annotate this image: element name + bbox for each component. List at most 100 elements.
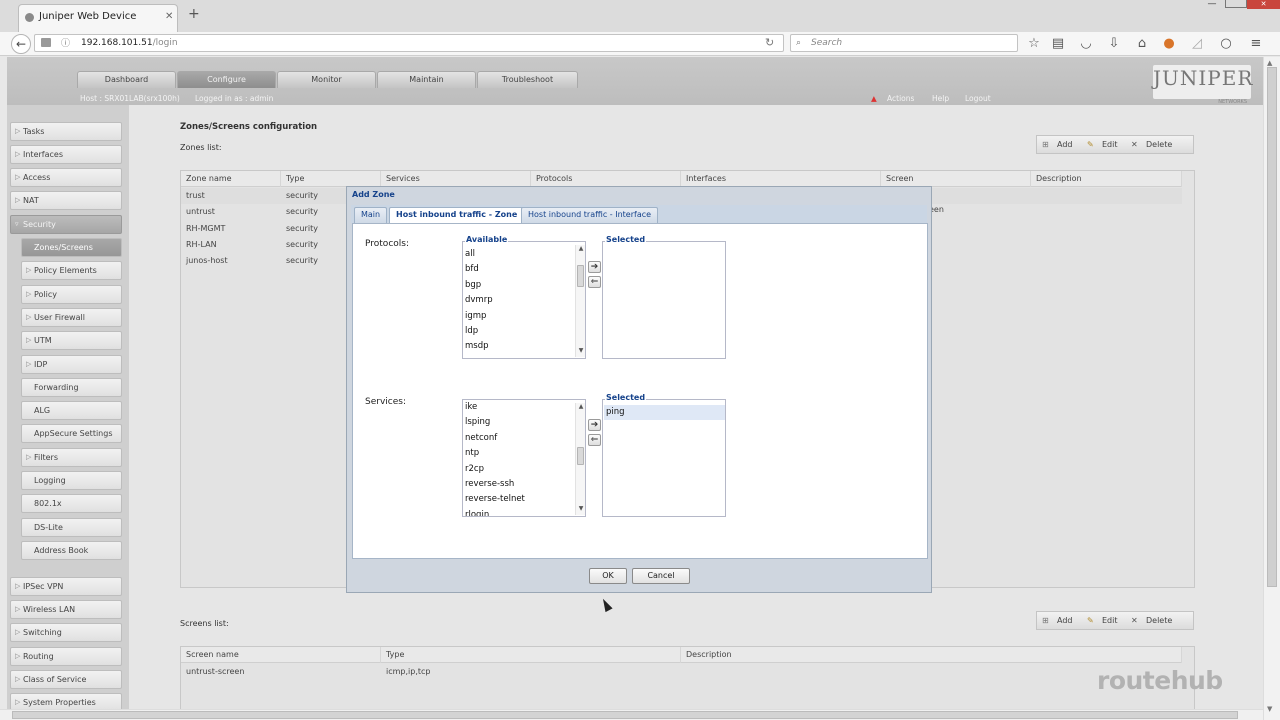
service-option[interactable]: rlogin <box>465 508 575 516</box>
sidebar-item-logging[interactable]: Logging <box>21 471 122 490</box>
col-screen[interactable]: Screen <box>881 171 1031 187</box>
col-description[interactable]: Description <box>1031 171 1182 187</box>
service-option[interactable]: r2cp <box>465 462 575 477</box>
tab-troubleshoot[interactable]: Troubleshoot <box>477 71 578 88</box>
protocol-option[interactable]: bgp <box>465 278 575 293</box>
protocols-remove-button[interactable]: ⇐ <box>588 276 601 288</box>
service-option[interactable]: ike <box>465 400 575 415</box>
minimize-icon[interactable]: — <box>1200 0 1224 9</box>
sidebar-item-interfaces[interactable]: ▷ Interfaces <box>10 145 122 164</box>
sidebar-item-routing[interactable]: ▷ Routing <box>10 647 122 666</box>
browser-tab[interactable]: Juniper Web Device Manag... ✕ <box>18 4 178 46</box>
scrollbar-thumb[interactable] <box>12 711 1238 719</box>
sidebar-item-policy[interactable]: ▷ Policy <box>21 284 122 304</box>
protocols-selected-list[interactable]: Selected <box>602 235 726 359</box>
send-icon[interactable]: ◿ <box>1189 36 1205 52</box>
services-selected-list[interactable]: Selected ping <box>602 393 726 517</box>
home-icon[interactable]: ⌂ <box>1134 36 1150 52</box>
tab-monitor[interactable]: Monitor <box>277 71 376 88</box>
menu-icon[interactable]: ≡ <box>1248 36 1264 52</box>
site-info-icon[interactable]: ⓘ <box>61 36 70 52</box>
ok-button[interactable]: OK <box>589 568 627 584</box>
scrollbar-thumb[interactable] <box>577 265 584 287</box>
page-info-icon[interactable] <box>41 38 51 47</box>
scroll-up-icon[interactable]: ▲ <box>1267 59 1272 67</box>
tab-main[interactable]: Main <box>354 207 388 223</box>
sidebar-item-802-1x[interactable]: 802.1x <box>21 494 122 514</box>
col-type[interactable]: Type <box>281 171 381 187</box>
reading-list-icon[interactable]: ▤ <box>1050 36 1066 52</box>
tab-host-inbound-zone[interactable]: Host inbound traffic - Zone <box>389 207 525 223</box>
services-available-list[interactable]: Available ikelspingnetconfntpr2cpreverse… <box>462 399 586 517</box>
window-close-icon[interactable]: ✕ <box>1247 0 1280 9</box>
sidebar-item-policy-elements[interactable]: ▷ Policy Elements <box>21 261 122 281</box>
scroll-down-icon[interactable]: ▼ <box>1267 705 1272 713</box>
pocket-icon[interactable]: ◡ <box>1078 36 1094 52</box>
scroll-down-icon[interactable]: ▼ <box>577 505 585 512</box>
scroll-down-icon[interactable]: ▼ <box>577 347 585 354</box>
back-icon[interactable]: ← <box>11 34 31 54</box>
sidebar-item-wireless-lan[interactable]: ▷ Wireless LAN <box>10 600 122 619</box>
sidebar-item-access[interactable]: ▷ Access <box>10 168 122 187</box>
sidebar-item-tasks[interactable]: ▷ Tasks <box>10 122 122 141</box>
sidebar-item-alg[interactable]: ALG <box>21 401 122 421</box>
sidebar-item-user-firewall[interactable]: ▷ User Firewall <box>21 307 122 327</box>
cancel-button[interactable]: Cancel <box>632 568 690 584</box>
logout-link[interactable]: Logout <box>965 94 991 103</box>
tab-host-inbound-interface[interactable]: Host inbound traffic - Interface <box>521 207 659 223</box>
col-services[interactable]: Services <box>381 171 531 187</box>
sidebar-item-security[interactable]: ▿ Security <box>10 215 122 234</box>
scrollbar-thumb[interactable] <box>1267 67 1277 587</box>
services-remove-button[interactable]: ⇐ <box>588 434 601 446</box>
sidebar-item-idp[interactable]: ▷ IDP <box>21 354 122 374</box>
col-screen-type[interactable]: Type <box>381 647 681 663</box>
services-scrollbar[interactable]: ▲ ▼ <box>575 403 585 515</box>
scrollbar-thumb[interactable] <box>577 447 584 465</box>
protocols-add-button[interactable]: ➔ <box>588 261 601 273</box>
extension-icon[interactable]: ● <box>1161 36 1177 52</box>
service-option[interactable]: ntp <box>465 446 575 461</box>
download-icon[interactable]: ⇩ <box>1106 36 1122 52</box>
actions-link[interactable]: Actions <box>887 94 914 103</box>
col-screen-name[interactable]: Screen name <box>181 647 381 663</box>
table-row[interactable]: untrust-screen icmp,ip,tcp <box>181 664 1182 680</box>
new-tab-button[interactable]: + <box>188 6 200 22</box>
service-option[interactable]: lsping <box>465 415 575 430</box>
search-input[interactable]: ⌕ Search <box>790 34 1018 52</box>
sidebar-item-ds-lite[interactable]: DS-Lite <box>21 517 122 537</box>
tab-maintain[interactable]: Maintain <box>377 71 476 88</box>
col-protocols[interactable]: Protocols <box>531 171 681 187</box>
protocol-option[interactable]: dvmrp <box>465 293 575 308</box>
services-add-button[interactable]: ➔ <box>588 419 601 431</box>
chat-icon[interactable]: ○ <box>1218 36 1234 52</box>
service-option[interactable]: netconf <box>465 431 575 446</box>
selected-service-item[interactable]: ping <box>604 405 725 420</box>
protocol-option[interactable]: igmp <box>465 309 575 324</box>
screens-add-button[interactable]: ⊞ Add ✎ Edit ✕ Delete <box>1036 611 1194 630</box>
sidebar-item-ipsec-vpn[interactable]: ▷ IPSec VPN <box>10 577 122 596</box>
sidebar-item-address-book[interactable]: Address Book <box>21 540 122 560</box>
bookmark-star-icon[interactable]: ☆ <box>1026 36 1042 52</box>
service-option[interactable]: reverse-telnet <box>465 492 575 507</box>
zones-add-button[interactable]: ⊞ Add ✎ Edit ✕ Delete <box>1036 135 1194 154</box>
sidebar-item-utm[interactable]: ▷ UTM <box>21 331 122 351</box>
sidebar-item-appsecure-settings[interactable]: AppSecure Settings <box>21 424 122 444</box>
col-zone-name[interactable]: Zone name <box>181 171 281 187</box>
protocol-option[interactable]: ldp <box>465 324 575 339</box>
sidebar-item-forwarding[interactable]: Forwarding <box>21 377 122 397</box>
help-link[interactable]: Help <box>932 94 949 103</box>
protocol-option[interactable]: bfd <box>465 262 575 277</box>
protocols-scrollbar[interactable]: ▲ ▼ <box>575 245 585 357</box>
col-interfaces[interactable]: Interfaces <box>681 171 881 187</box>
sidebar-item-nat[interactable]: ▷ NAT <box>10 191 122 210</box>
tab-configure[interactable]: Configure <box>177 71 276 88</box>
alarm-icon[interactable]: ▲ <box>871 94 877 103</box>
tab-dashboard[interactable]: Dashboard <box>77 71 176 88</box>
service-option[interactable]: reverse-ssh <box>465 477 575 492</box>
url-bar[interactable]: ⓘ 192.168.101.51/login ↻ <box>34 34 784 52</box>
col-screen-description[interactable]: Description <box>681 647 1182 663</box>
maximize-icon[interactable] <box>1225 0 1247 8</box>
page-vertical-scrollbar[interactable]: ▲ ▼ <box>1263 57 1280 720</box>
scroll-up-icon[interactable]: ▲ <box>577 245 585 252</box>
close-tab-icon[interactable]: ✕ <box>165 5 173 29</box>
